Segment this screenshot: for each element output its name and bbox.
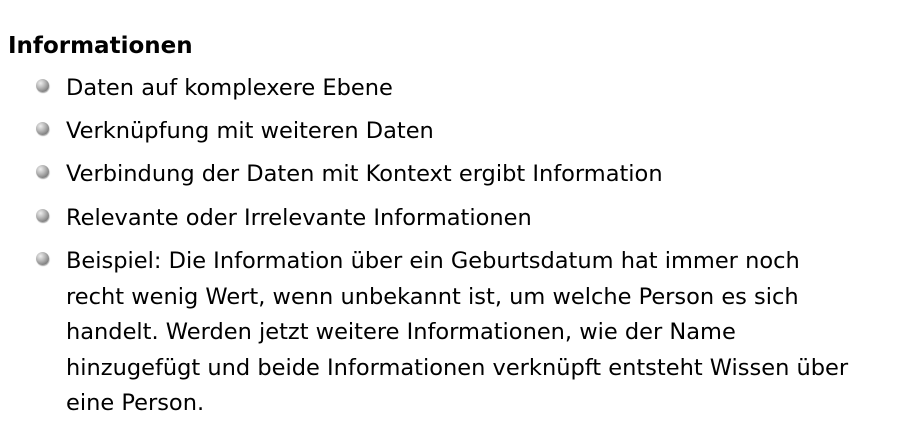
sphere-bullet-icon [36,79,49,92]
list-item-text: Beispiel: Die Information über ein Gebur… [66,248,849,416]
sphere-bullet-icon [36,252,49,265]
list-item-text: Daten auf komplexere Ebene [66,75,393,101]
section-heading: Informationen [8,33,193,59]
list-item-text: Verknüpfung mit weiteren Daten [66,118,434,144]
slide: Informationen Daten auf komplexere Ebene… [0,0,910,423]
list-item-text: Verbindung der Daten mit Kontext ergibt … [66,161,663,187]
sphere-bullet-icon [36,209,49,222]
sphere-bullet-icon [36,165,49,178]
sphere-bullet-icon [36,122,49,135]
list-item-text: Relevante oder Irrelevante Informationen [66,205,532,231]
